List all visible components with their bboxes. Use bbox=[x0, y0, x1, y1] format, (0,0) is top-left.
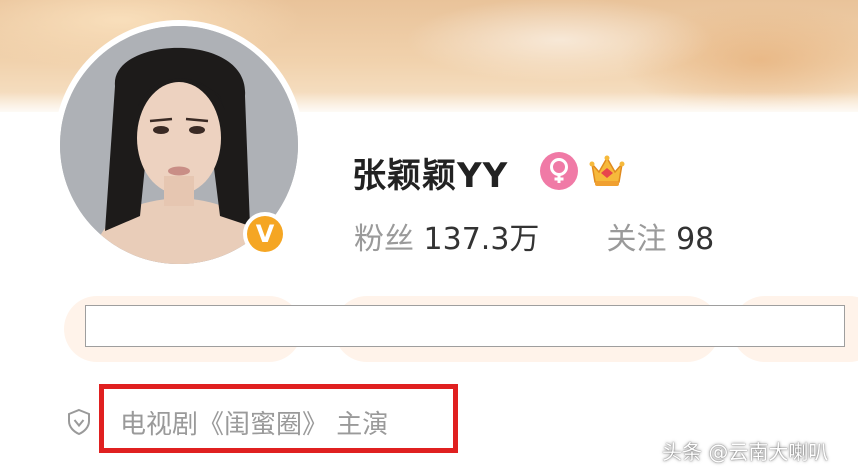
profile-intro: 电视剧《闺蜜圈》 主演 bbox=[120, 410, 389, 440]
profile-stats: 粉丝 137.3万 关注 98 bbox=[354, 214, 714, 258]
followers-label[interactable]: 粉丝 bbox=[354, 222, 414, 257]
profile-name: 张颖颖YY bbox=[352, 156, 509, 196]
followers-count[interactable]: 137.3万 bbox=[424, 222, 540, 257]
verified-v-icon: V bbox=[247, 216, 283, 252]
watermark: 头条 @云南大喇叭 bbox=[662, 440, 829, 464]
verified-badge: V bbox=[243, 212, 287, 256]
crown-icon[interactable] bbox=[588, 150, 626, 190]
following-label[interactable]: 关注 bbox=[607, 222, 667, 257]
blank-input-box[interactable] bbox=[85, 305, 845, 347]
female-icon bbox=[540, 152, 578, 190]
shield-icon bbox=[66, 408, 92, 436]
following-count[interactable]: 98 bbox=[676, 222, 714, 257]
